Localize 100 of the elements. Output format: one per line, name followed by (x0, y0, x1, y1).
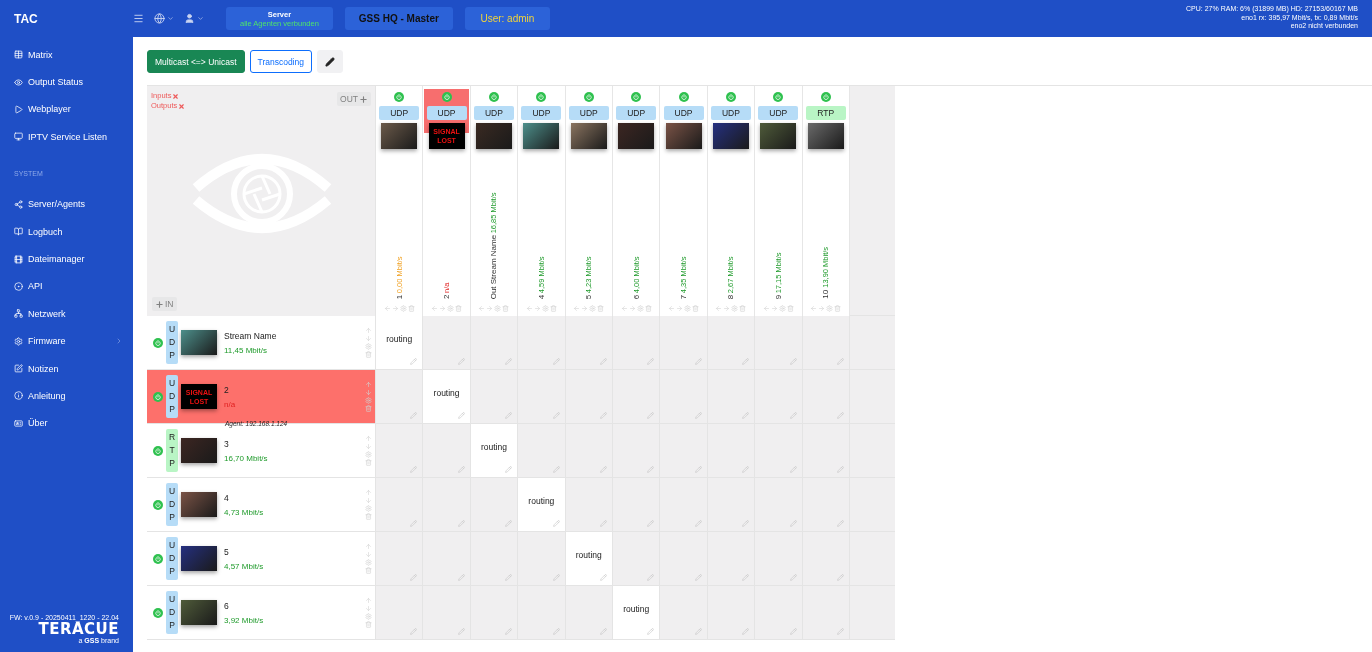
sidebar-item[interactable]: Über (14, 409, 133, 438)
matrix-cell[interactable] (565, 478, 613, 532)
arrow-up-icon[interactable] (365, 381, 372, 388)
arrow-down-icon[interactable] (365, 605, 372, 612)
arrow-down-icon[interactable] (365, 389, 372, 396)
pencil-icon[interactable] (836, 412, 844, 419)
pencil-icon[interactable] (505, 628, 513, 635)
pencil-icon[interactable] (742, 628, 750, 635)
trash-icon[interactable] (365, 621, 372, 628)
matrix-cell[interactable] (707, 478, 756, 532)
matrix-cell[interactable]: routing (470, 424, 519, 478)
matrix-cell[interactable] (470, 478, 519, 532)
pencil-icon[interactable] (410, 628, 418, 635)
pencil-icon[interactable] (694, 466, 702, 473)
arrow-right-icon[interactable] (770, 305, 778, 312)
matrix-cell[interactable] (423, 586, 471, 640)
pencil-icon[interactable] (599, 574, 607, 581)
pencil-icon[interactable] (647, 412, 655, 419)
trash-icon[interactable] (365, 459, 372, 466)
sidebar-item[interactable]: Dateimanager (14, 245, 133, 273)
pencil-icon[interactable] (694, 628, 702, 635)
settings-icon[interactable] (826, 305, 834, 312)
power-icon[interactable] (773, 92, 784, 102)
matrix-cell[interactable] (660, 586, 708, 640)
pencil-icon[interactable] (742, 466, 750, 473)
power-icon[interactable] (153, 337, 163, 348)
arrow-up-icon[interactable] (365, 597, 372, 604)
matrix-cell[interactable] (612, 370, 661, 424)
arrow-left-icon[interactable] (573, 305, 581, 312)
power-icon[interactable] (631, 92, 642, 102)
matrix-cell[interactable] (707, 532, 756, 586)
arrow-up-icon[interactable] (365, 327, 372, 334)
matrix-cell[interactable] (755, 370, 803, 424)
trash-icon[interactable] (644, 305, 652, 312)
arrow-right-icon[interactable] (439, 305, 447, 312)
pencil-icon[interactable] (647, 628, 655, 635)
pencil-icon[interactable] (789, 520, 797, 527)
pencil-icon[interactable] (457, 466, 465, 473)
matrix-cell[interactable] (376, 424, 424, 478)
pencil-icon[interactable] (836, 574, 844, 581)
matrix-cell[interactable] (802, 478, 850, 532)
pencil-icon[interactable] (552, 628, 560, 635)
matrix-cell[interactable] (660, 424, 708, 478)
settings-icon[interactable] (365, 343, 372, 350)
arrow-right-icon[interactable] (723, 305, 731, 312)
edit-button[interactable] (316, 50, 343, 73)
matrix-cell[interactable] (755, 316, 803, 370)
matrix-cell[interactable]: routing (376, 316, 424, 370)
arrow-up-icon[interactable] (365, 543, 372, 550)
power-icon[interactable] (153, 499, 163, 510)
matrix-cell[interactable] (423, 424, 471, 478)
matrix-cell[interactable] (755, 532, 803, 586)
pencil-icon[interactable] (505, 574, 513, 581)
pencil-icon[interactable] (410, 466, 418, 473)
pencil-icon[interactable] (410, 520, 418, 527)
matrix-cell[interactable] (423, 478, 471, 532)
arrow-left-icon[interactable] (431, 305, 439, 312)
matrix-cell[interactable] (518, 316, 566, 370)
settings-icon[interactable] (778, 305, 786, 312)
matrix-cell[interactable] (707, 424, 756, 478)
sidebar-item[interactable]: Logbuch (14, 217, 133, 246)
pencil-icon[interactable] (647, 466, 655, 473)
pencil-icon[interactable] (789, 574, 797, 581)
sidebar-item[interactable]: Notizen (14, 354, 133, 383)
matrix-cell[interactable] (612, 316, 661, 370)
matrix-cell[interactable] (612, 478, 661, 532)
power-icon[interactable] (820, 92, 831, 102)
arrow-right-icon[interactable] (581, 305, 589, 312)
arrow-up-icon[interactable] (365, 489, 372, 496)
power-icon[interactable] (153, 445, 163, 456)
matrix-cell[interactable] (660, 532, 708, 586)
trash-icon[interactable] (739, 305, 747, 312)
user-icon[interactable] (184, 13, 204, 24)
matrix-cell[interactable] (660, 478, 708, 532)
matrix-cell[interactable]: routing (612, 586, 661, 640)
matrix-cell[interactable] (518, 586, 566, 640)
arrow-left-icon[interactable] (810, 305, 818, 312)
matrix-cell[interactable] (470, 316, 519, 370)
arrow-left-icon[interactable] (668, 305, 676, 312)
power-icon[interactable] (153, 553, 163, 564)
pencil-icon[interactable] (647, 358, 655, 365)
power-icon[interactable] (394, 92, 405, 102)
close-icon[interactable] (178, 102, 186, 110)
arrow-left-icon[interactable] (383, 305, 391, 312)
trash-icon[interactable] (365, 405, 372, 412)
trash-icon[interactable] (692, 305, 700, 312)
pencil-icon[interactable] (742, 520, 750, 527)
settings-icon[interactable] (365, 451, 372, 458)
trash-icon[interactable] (834, 305, 842, 312)
menu-icon[interactable] (133, 13, 144, 24)
arrow-left-icon[interactable] (715, 305, 723, 312)
settings-icon[interactable] (399, 305, 407, 312)
power-icon[interactable] (536, 92, 547, 102)
pencil-icon[interactable] (552, 412, 560, 419)
matrix-cell[interactable] (470, 532, 519, 586)
matrix-cell[interactable] (565, 370, 613, 424)
pencil-icon[interactable] (789, 466, 797, 473)
matrix-cell[interactable] (707, 586, 756, 640)
pencil-icon[interactable] (599, 466, 607, 473)
arrow-up-icon[interactable] (365, 435, 372, 442)
